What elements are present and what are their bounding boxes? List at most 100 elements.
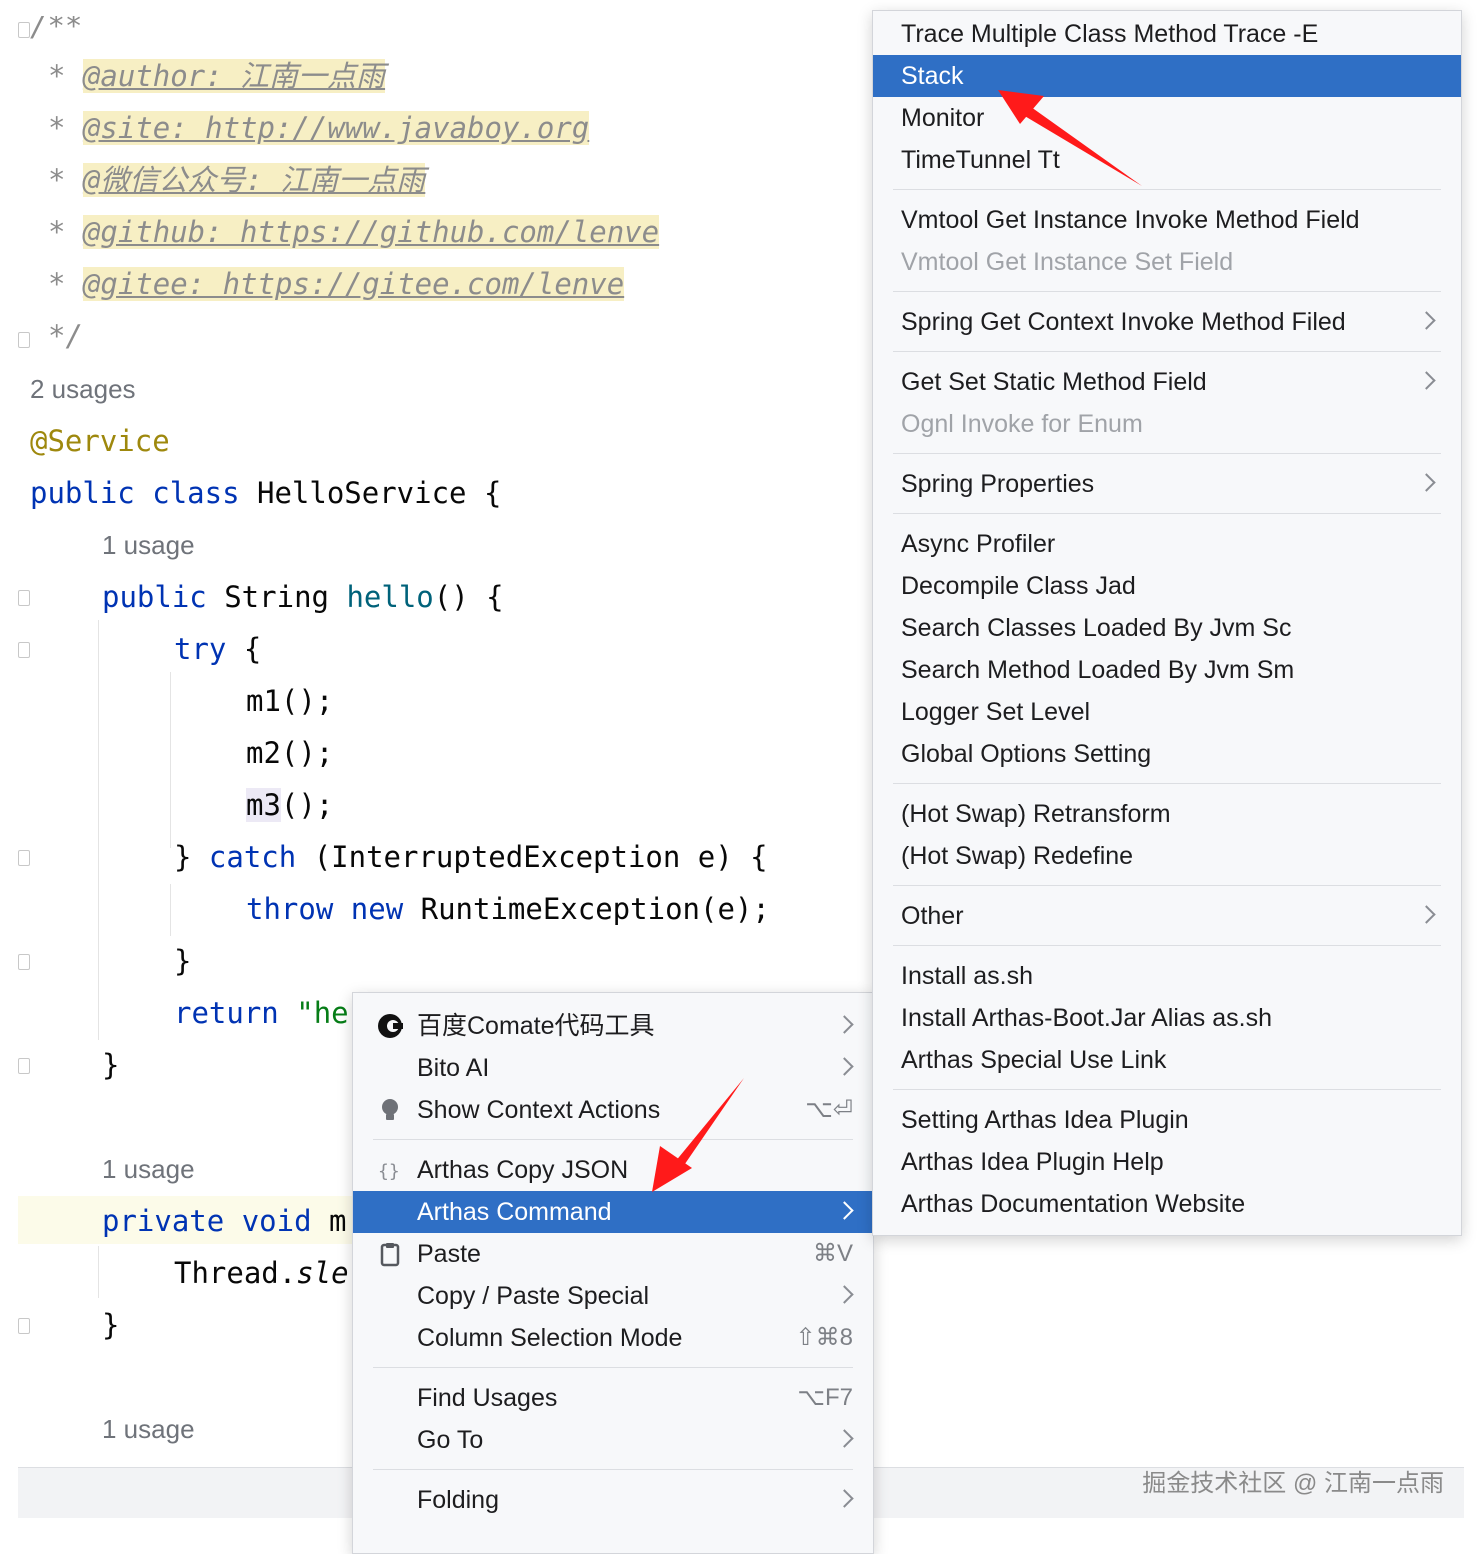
menu-item-show-context-actions[interactable]: Show Context Actions ⌥⏎: [353, 1089, 873, 1131]
chevron-right-icon: [1417, 473, 1436, 492]
fold-marker[interactable]: [18, 954, 30, 970]
submenu-item[interactable]: Spring Properties: [873, 463, 1461, 505]
class-declaration: public class HelloService {: [30, 476, 502, 510]
chevron-right-icon: [835, 1429, 854, 1448]
submenu-item[interactable]: Install as.sh: [873, 955, 1461, 997]
submenu-item[interactable]: Search Method Loaded By Jvm Sm: [873, 649, 1461, 691]
doc-line: * @github: https://github.com/lenve: [48, 215, 660, 249]
doc-line: * @site: http://www.javaboy.org: [48, 111, 590, 145]
submenu-item[interactable]: Vmtool Get Instance Invoke Method Field: [873, 199, 1461, 241]
fold-marker[interactable]: [18, 1058, 30, 1074]
submenu-item[interactable]: Spring Get Context Invoke Method Filed: [873, 301, 1461, 343]
usages-hint[interactable]: 1 usage: [102, 1154, 195, 1185]
shortcut: ⌘V: [812, 1240, 853, 1267]
menu-item-bito-ai[interactable]: Bito AI: [353, 1047, 873, 1089]
menu-separator: [893, 453, 1441, 454]
throw-line: throw new RuntimeException(e);: [246, 892, 770, 926]
menu-separator: [893, 783, 1441, 784]
usages-hint[interactable]: 1 usage: [102, 530, 195, 561]
chevron-right-icon: [835, 1057, 854, 1076]
indent-guide: [98, 1246, 99, 1298]
private-method-declaration: private void m: [102, 1204, 347, 1238]
menu-item-go-to[interactable]: Go To: [353, 1419, 873, 1461]
menu-item-arthas-command[interactable]: Arthas Command: [353, 1191, 873, 1233]
submenu-item[interactable]: Get Set Static Method Field: [873, 361, 1461, 403]
submenu-item[interactable]: Other: [873, 895, 1461, 937]
menu-item-arthas-copy-json[interactable]: {} Arthas Copy JSON: [353, 1149, 873, 1191]
menu-separator: [373, 1367, 853, 1368]
menu-separator: [893, 189, 1441, 190]
menu-separator: [893, 1089, 1441, 1090]
submenu-item[interactable]: Decompile Class Jad: [873, 565, 1461, 607]
submenu-item[interactable]: Monitor: [873, 97, 1461, 139]
indent-guide: [170, 884, 171, 936]
submenu-item-stack[interactable]: Stack: [873, 55, 1461, 97]
arthas-command-submenu[interactable]: Trace Multiple Class Method Trace -E Sta…: [872, 10, 1462, 1236]
chevron-right-icon: [1417, 371, 1436, 390]
fold-marker[interactable]: [18, 1318, 30, 1334]
indent-guide: [170, 672, 171, 848]
fold-marker[interactable]: [18, 850, 30, 866]
menu-separator: [893, 945, 1441, 946]
menu-item-paste[interactable]: Paste ⌘V: [353, 1233, 873, 1275]
menu-item-column-selection-mode[interactable]: Column Selection Mode ⇧⌘8: [353, 1317, 873, 1359]
submenu-item[interactable]: Ognl Invoke for Enum: [873, 403, 1461, 445]
shortcut: ⌥F7: [797, 1384, 853, 1411]
submenu-item[interactable]: Vmtool Get Instance Set Field: [873, 241, 1461, 283]
lightbulb-icon: [382, 1099, 398, 1120]
submenu-item[interactable]: Async Profiler: [873, 523, 1461, 565]
menu-item-comate[interactable]: 百度Comate代码工具: [353, 1005, 873, 1047]
submenu-item[interactable]: Setting Arthas Idea Plugin: [873, 1099, 1461, 1141]
javadoc-close: */: [48, 319, 83, 353]
doc-line: * @微信公众号: 江南一点雨: [48, 163, 426, 197]
fold-marker[interactable]: [18, 590, 30, 606]
submenu-item[interactable]: TimeTunnel Tt: [873, 139, 1461, 181]
fold-marker[interactable]: [18, 332, 30, 348]
submenu-item[interactable]: Arthas Idea Plugin Help: [873, 1141, 1461, 1183]
context-menu[interactable]: 百度Comate代码工具 Bito AI Show Context Action…: [352, 992, 874, 1554]
submenu-item[interactable]: Logger Set Level: [873, 691, 1461, 733]
closing-brace: }: [174, 944, 192, 978]
clipboard-icon: [380, 1243, 400, 1267]
submenu-item[interactable]: Trace Multiple Class Method Trace -E: [873, 13, 1461, 55]
annotation: @Service: [30, 424, 170, 458]
submenu-item[interactable]: (Hot Swap) Retransform: [873, 793, 1461, 835]
shortcut: ⇧⌘8: [795, 1324, 853, 1351]
fold-marker[interactable]: [18, 642, 30, 658]
doc-line: * @gitee: https://gitee.com/lenve: [48, 267, 625, 301]
submenu-item[interactable]: Search Classes Loaded By Jvm Sc: [873, 607, 1461, 649]
chevron-right-icon: [1417, 905, 1436, 924]
menu-item-copy-paste-special[interactable]: Copy / Paste Special: [353, 1275, 873, 1317]
chevron-right-icon: [835, 1489, 854, 1508]
menu-separator: [373, 1469, 853, 1470]
submenu-item[interactable]: Arthas Documentation Website: [873, 1183, 1461, 1225]
submenu-item[interactable]: Arthas Special Use Link: [873, 1039, 1461, 1081]
try-line: try {: [174, 632, 262, 666]
menu-item-find-usages[interactable]: Find Usages ⌥F7: [353, 1377, 873, 1419]
menu-item-folding[interactable]: Folding: [353, 1479, 873, 1521]
call-line: m1();: [246, 684, 334, 718]
method-declaration: public String hello() {: [102, 580, 504, 614]
usages-hint[interactable]: 2 usages: [30, 374, 136, 405]
doc-line: * @author: 江南一点雨: [48, 59, 386, 93]
menu-separator: [893, 885, 1441, 886]
watermark: 掘金技术社区 @ 江南一点雨: [1142, 1470, 1444, 1497]
submenu-item[interactable]: Global Options Setting: [873, 733, 1461, 775]
comate-icon: [378, 1014, 403, 1038]
usages-hint[interactable]: 1 usage: [102, 1414, 195, 1445]
submenu-item[interactable]: (Hot Swap) Redefine: [873, 835, 1461, 877]
menu-separator: [373, 1139, 853, 1140]
menu-separator: [893, 291, 1441, 292]
javadoc-open: /**: [30, 16, 83, 43]
shortcut: ⌥⏎: [805, 1096, 853, 1123]
menu-separator: [893, 351, 1441, 352]
fold-marker[interactable]: [18, 22, 30, 38]
return-line: return "he: [174, 996, 349, 1030]
chevron-right-icon: [835, 1285, 854, 1304]
call-line: m2();: [246, 736, 334, 770]
submenu-item[interactable]: Install Arthas-Boot.Jar Alias as.sh: [873, 997, 1461, 1039]
svg-text:{}: {}: [378, 1161, 400, 1182]
chevron-right-icon: [835, 1201, 854, 1220]
closing-brace: }: [102, 1048, 120, 1082]
chevron-right-icon: [1417, 311, 1436, 330]
